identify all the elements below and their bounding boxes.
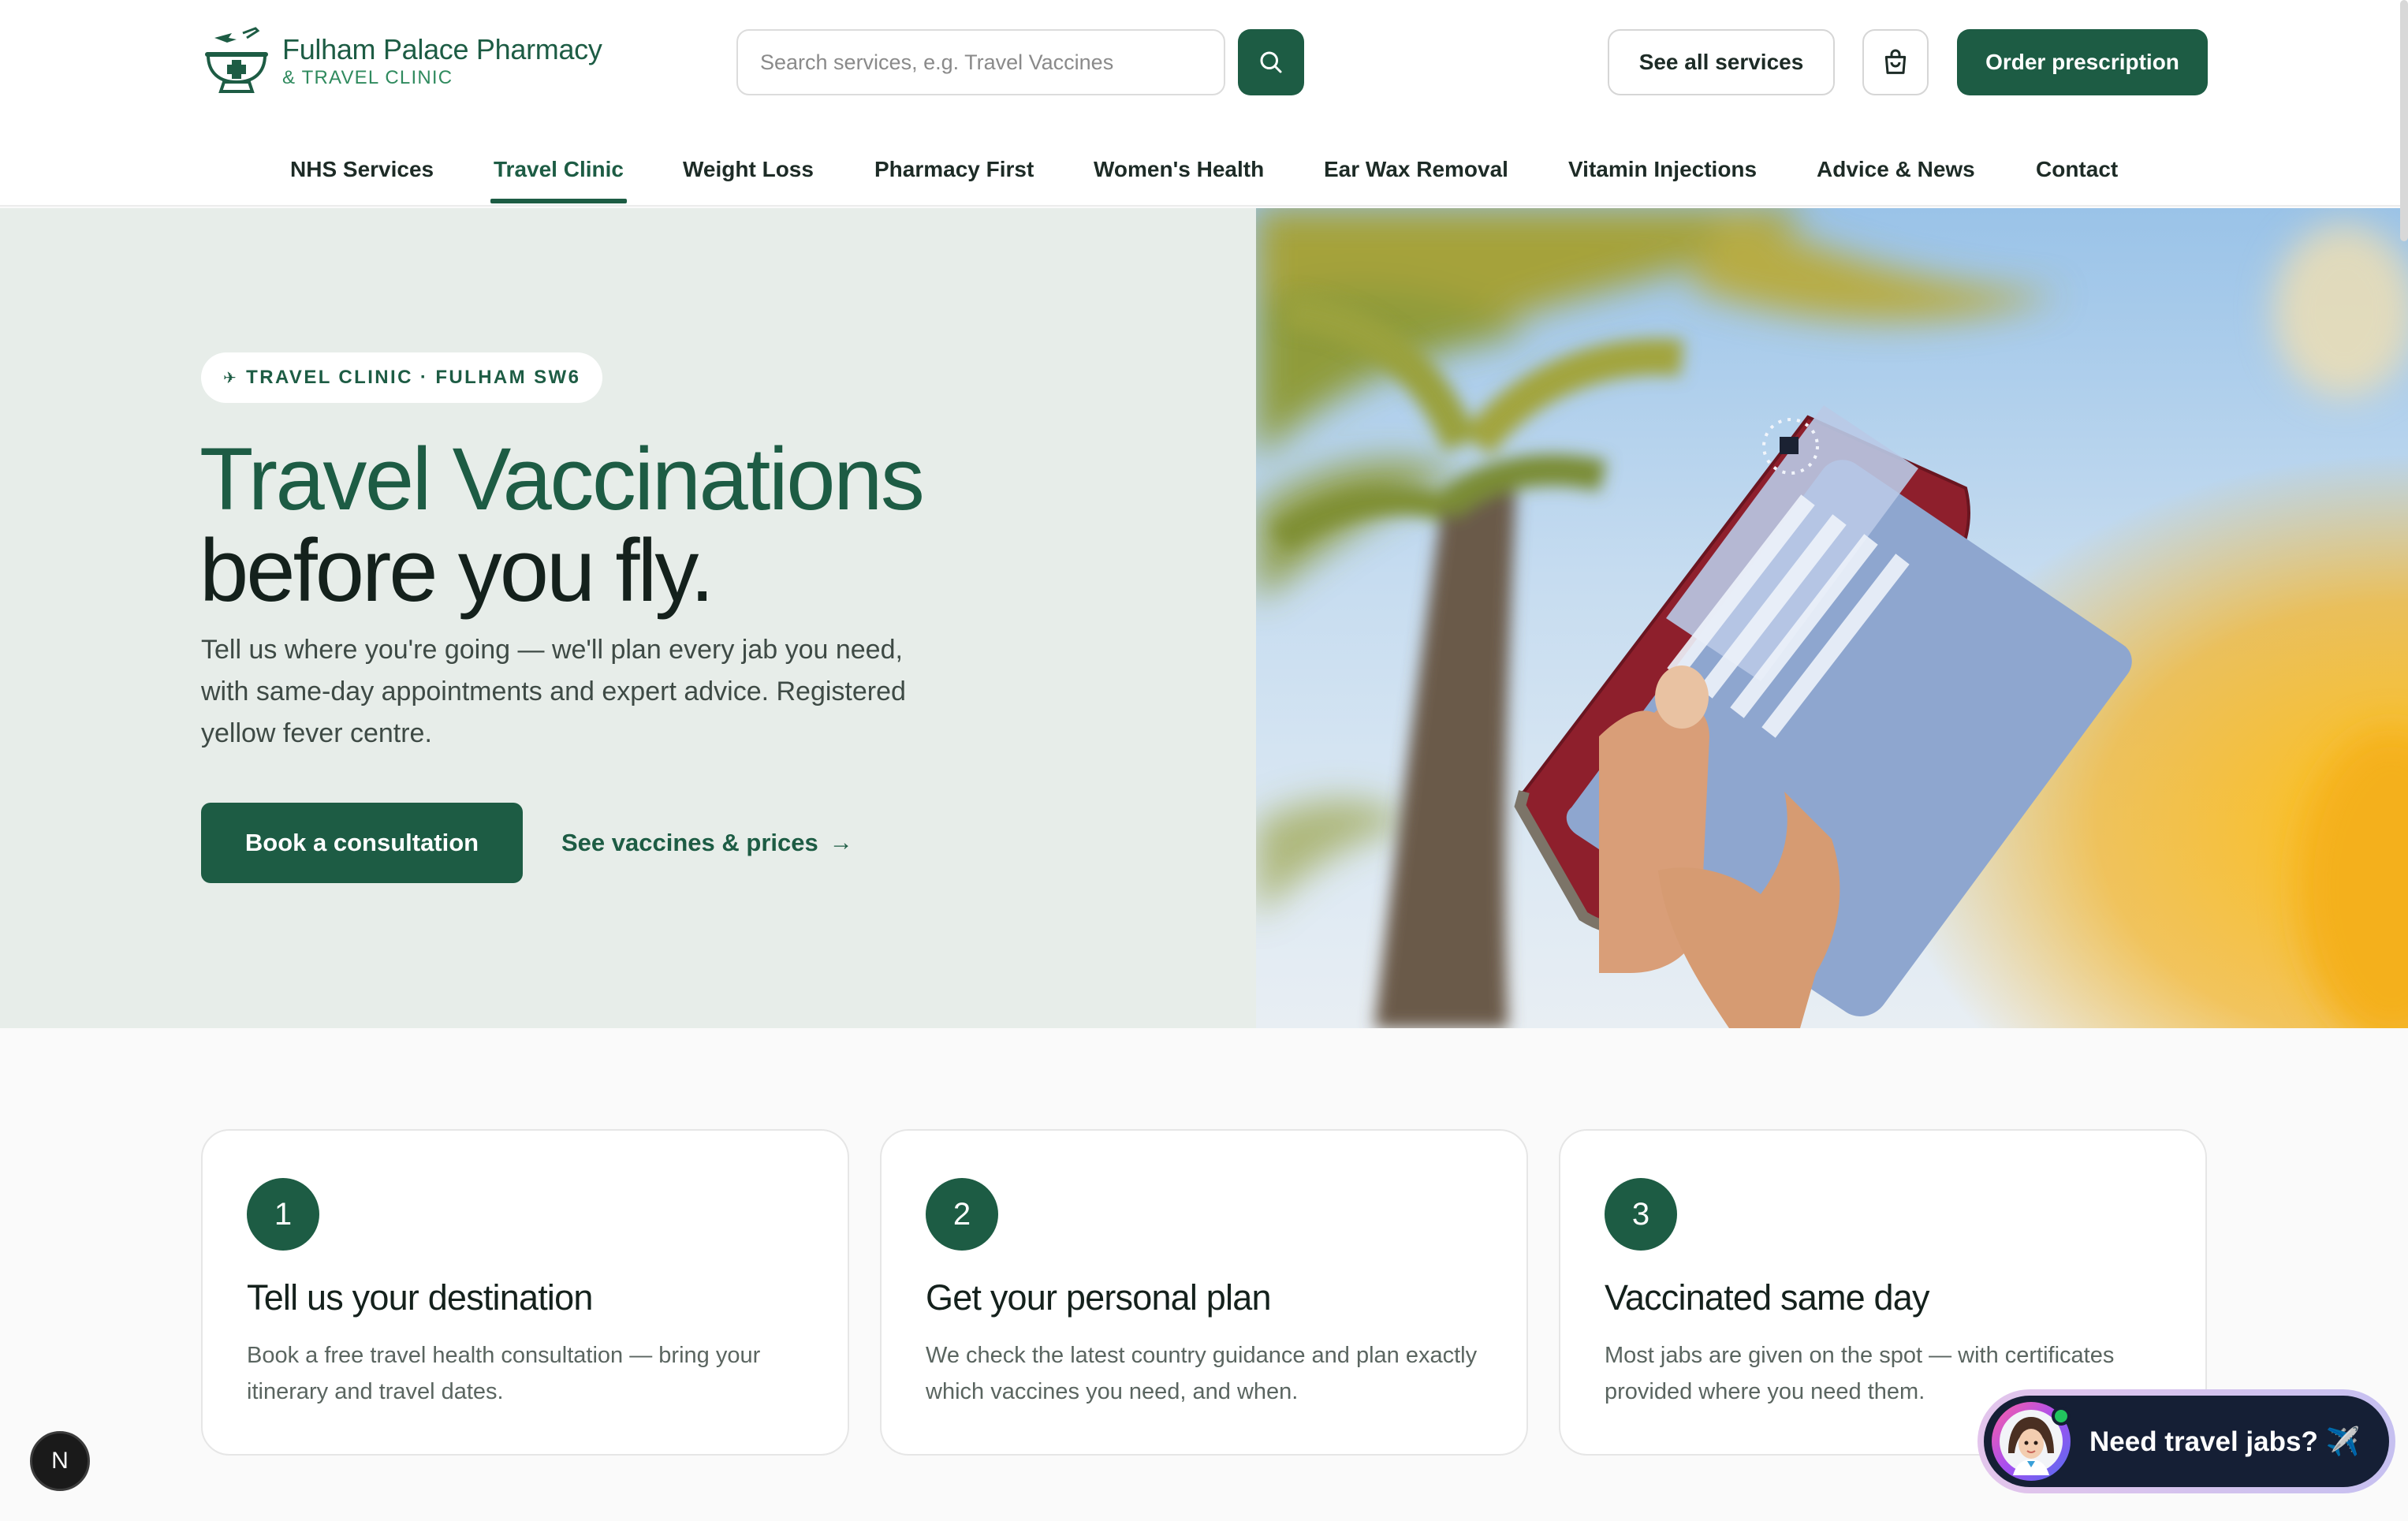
basket-button[interactable] xyxy=(1862,29,1929,95)
step-text: We check the latest country guidance and… xyxy=(926,1343,1478,1404)
brand-logo[interactable]: Fulham Palace Pharmacy & TRAVEL CLINIC xyxy=(200,25,602,98)
hero-badge: ✈ TRAVEL CLINIC · FULHAM SW6 xyxy=(201,352,603,403)
nav-item-womens-health[interactable]: Women's Health xyxy=(1094,134,1264,205)
see-vaccines-prices-label: See vaccines & prices xyxy=(561,829,818,856)
nav-item-vitamin-injections[interactable]: Vitamin Injections xyxy=(1568,134,1757,205)
see-all-services-button[interactable]: See all services xyxy=(1608,29,1835,95)
nav-item-nhs-services[interactable]: NHS Services xyxy=(290,134,434,205)
nav-item-advice-news[interactable]: Advice & News xyxy=(1817,134,1975,205)
active-tab-indicator xyxy=(490,199,627,203)
step-card: 1 Tell us your destination Book a free t… xyxy=(201,1129,849,1456)
brand-subtitle: & TRAVEL CLINIC xyxy=(282,67,453,88)
search-input[interactable] xyxy=(738,31,1224,94)
brand-title: Fulham Palace Pharmacy xyxy=(282,33,602,65)
hero-title-line2: before you fly. xyxy=(199,521,714,620)
passport-palm-photo xyxy=(1256,208,2408,1028)
nav-item-contact[interactable]: Contact xyxy=(2036,134,2118,205)
shopping-bag-icon xyxy=(1884,49,1907,74)
book-consultation-button[interactable]: Book a consultation xyxy=(201,803,523,883)
arrow-right-icon: → xyxy=(829,829,853,856)
main-nav: NHS Services Travel Clinic Weight Loss P… xyxy=(0,134,2408,205)
hero-badge-label: TRAVEL CLINIC · FULHAM SW6 xyxy=(246,367,581,388)
online-status-dot xyxy=(2052,1407,2071,1426)
step-text: Book a free travel health consultation —… xyxy=(247,1343,761,1404)
site-header: Fulham Palace Pharmacy & TRAVEL CLINIC S… xyxy=(0,0,2408,207)
search-button[interactable] xyxy=(1238,29,1304,95)
hero-description: Tell us where you're going — we'll plan … xyxy=(201,635,906,748)
step-title: Get your personal plan xyxy=(926,1277,1271,1318)
step-number: 2 xyxy=(926,1178,998,1251)
page-scrollbar[interactable] xyxy=(2400,0,2408,241)
search-box xyxy=(736,29,1225,95)
nav-item-ear-wax-removal[interactable]: Ear Wax Removal xyxy=(1324,134,1508,205)
order-prescription-button[interactable]: Order prescription xyxy=(1957,29,2208,95)
assistant-avatar xyxy=(1992,1402,2071,1481)
nav-item-weight-loss[interactable]: Weight Loss xyxy=(683,134,814,205)
nav-item-travel-clinic[interactable]: Travel Clinic xyxy=(494,134,624,205)
hero-title-line1: Travel Vaccinations xyxy=(199,430,925,528)
chat-launcher-button[interactable]: Need travel jabs? ✈️ xyxy=(1977,1389,2395,1493)
see-vaccines-prices-link[interactable]: See vaccines & prices → xyxy=(561,803,853,883)
plane-icon: ✈ xyxy=(223,369,239,387)
nav-item-pharmacy-first[interactable]: Pharmacy First xyxy=(874,134,1034,205)
step-number: 1 xyxy=(247,1178,319,1251)
step-number: 3 xyxy=(1605,1178,1677,1251)
mortar-pestle-icon xyxy=(205,27,268,93)
step-title: Tell us your destination xyxy=(247,1277,593,1318)
chat-launcher-label: Need travel jabs? ✈️ xyxy=(2089,1426,2361,1457)
dev-tools-badge[interactable]: N xyxy=(30,1431,90,1491)
step-title: Vaccinated same day xyxy=(1605,1277,1930,1318)
search-icon xyxy=(1260,51,1282,73)
step-card: 2 Get your personal plan We check the la… xyxy=(880,1129,1528,1456)
hero-image xyxy=(1256,208,2408,1028)
